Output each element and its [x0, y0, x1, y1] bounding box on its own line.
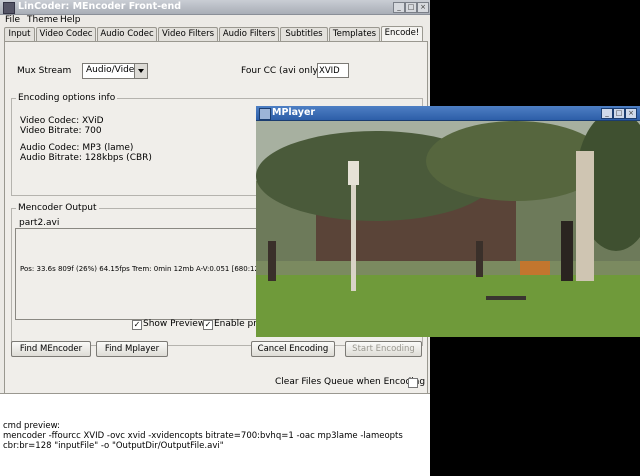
- tab-templates[interactable]: Templates: [329, 27, 380, 41]
- mux-stream-label: Mux Stream: [17, 66, 72, 76]
- cmd-preview-area: cmd preview: mencoder -ffourcc XVID -ovc…: [0, 393, 430, 476]
- tab-input[interactable]: Input: [4, 27, 35, 41]
- tab-encode[interactable]: Encode!: [381, 26, 423, 41]
- mplayer-titlebar[interactable]: MPlayer _ □ ×: [256, 106, 640, 121]
- find-mencoder-button[interactable]: Find MEncoder: [11, 341, 91, 357]
- tab-audio-filters[interactable]: Audio Filters: [219, 27, 279, 41]
- enable-preview-checkbox[interactable]: ✓: [203, 320, 213, 330]
- tab-subtitles[interactable]: Subtitles: [280, 27, 328, 41]
- menu-file[interactable]: File: [5, 15, 20, 25]
- encoding-info-title: Encoding options info: [16, 93, 118, 103]
- close-icon[interactable]: ×: [417, 2, 429, 13]
- mplayer-app-icon: [259, 108, 271, 120]
- menubar: File Theme Help: [0, 14, 430, 27]
- app-icon: [3, 2, 15, 14]
- clear-queue-checkbox[interactable]: [408, 378, 418, 388]
- mux-stream-value: Audio/Video: [86, 65, 140, 75]
- mplayer-window: MPlayer _ □ ×: [256, 106, 640, 337]
- show-preview-checkbox[interactable]: ✓: [132, 320, 142, 330]
- cmd-line-2: cbr:br=128 "inputFile" -o "OutputDir/Out…: [3, 441, 224, 451]
- tab-video-codec[interactable]: Video Codec: [36, 27, 96, 41]
- maximize-icon[interactable]: □: [405, 2, 417, 13]
- window-title: LinCoder: MEncoder Front-end: [18, 1, 182, 12]
- video-codec-info: Video Codec: XViD: [20, 116, 104, 126]
- find-mplayer-button[interactable]: Find Mplayer: [96, 341, 168, 357]
- window-titlebar[interactable]: LinCoder: MEncoder Front-end _ □ ×: [0, 0, 430, 15]
- menu-help[interactable]: Help: [60, 15, 81, 25]
- start-encoding-button[interactable]: Start Encoding: [345, 341, 422, 357]
- show-preview-label: Show Preview: [143, 319, 206, 329]
- output-filename: part2.avi: [19, 218, 60, 228]
- mencoder-output-title: Mencoder Output: [16, 203, 99, 213]
- clear-queue-label: Clear Files Queue when Encoding: [275, 377, 426, 387]
- mplayer-close-icon[interactable]: ×: [625, 108, 637, 119]
- chevron-down-icon[interactable]: [134, 64, 147, 78]
- mux-stream-select[interactable]: Audio/Video: [82, 63, 148, 79]
- mplayer-minimize-icon[interactable]: _: [601, 108, 613, 119]
- fourcc-field[interactable]: [317, 63, 349, 78]
- audio-codec-info: Audio Codec: MP3 (lame): [20, 143, 134, 153]
- mplayer-title: MPlayer: [272, 107, 316, 118]
- audio-bitrate-info: Audio Bitrate: 128kbps (CBR): [20, 153, 152, 163]
- tab-video-filters[interactable]: Video Filters: [158, 27, 218, 41]
- fourcc-label: Four CC (avi only):: [241, 66, 325, 76]
- tab-audio-codec[interactable]: Audio Codec: [97, 27, 157, 41]
- video-bitrate-info: Video Bitrate: 700: [20, 126, 102, 136]
- fourcc-input[interactable]: [318, 64, 348, 77]
- video-frame[interactable]: [256, 121, 640, 337]
- cmd-preview-label: cmd preview:: [3, 421, 60, 431]
- mplayer-maximize-icon[interactable]: □: [613, 108, 625, 119]
- cmd-line-1: mencoder -ffourcc XVID -ovc xvid -xviden…: [3, 431, 403, 441]
- output-status: Pos: 33.6s 809f (26%) 64.15fps Trem: 0mi…: [20, 265, 267, 273]
- minimize-icon[interactable]: _: [393, 2, 405, 13]
- cancel-encoding-button[interactable]: Cancel Encoding: [251, 341, 335, 357]
- menu-theme[interactable]: Theme: [27, 15, 58, 25]
